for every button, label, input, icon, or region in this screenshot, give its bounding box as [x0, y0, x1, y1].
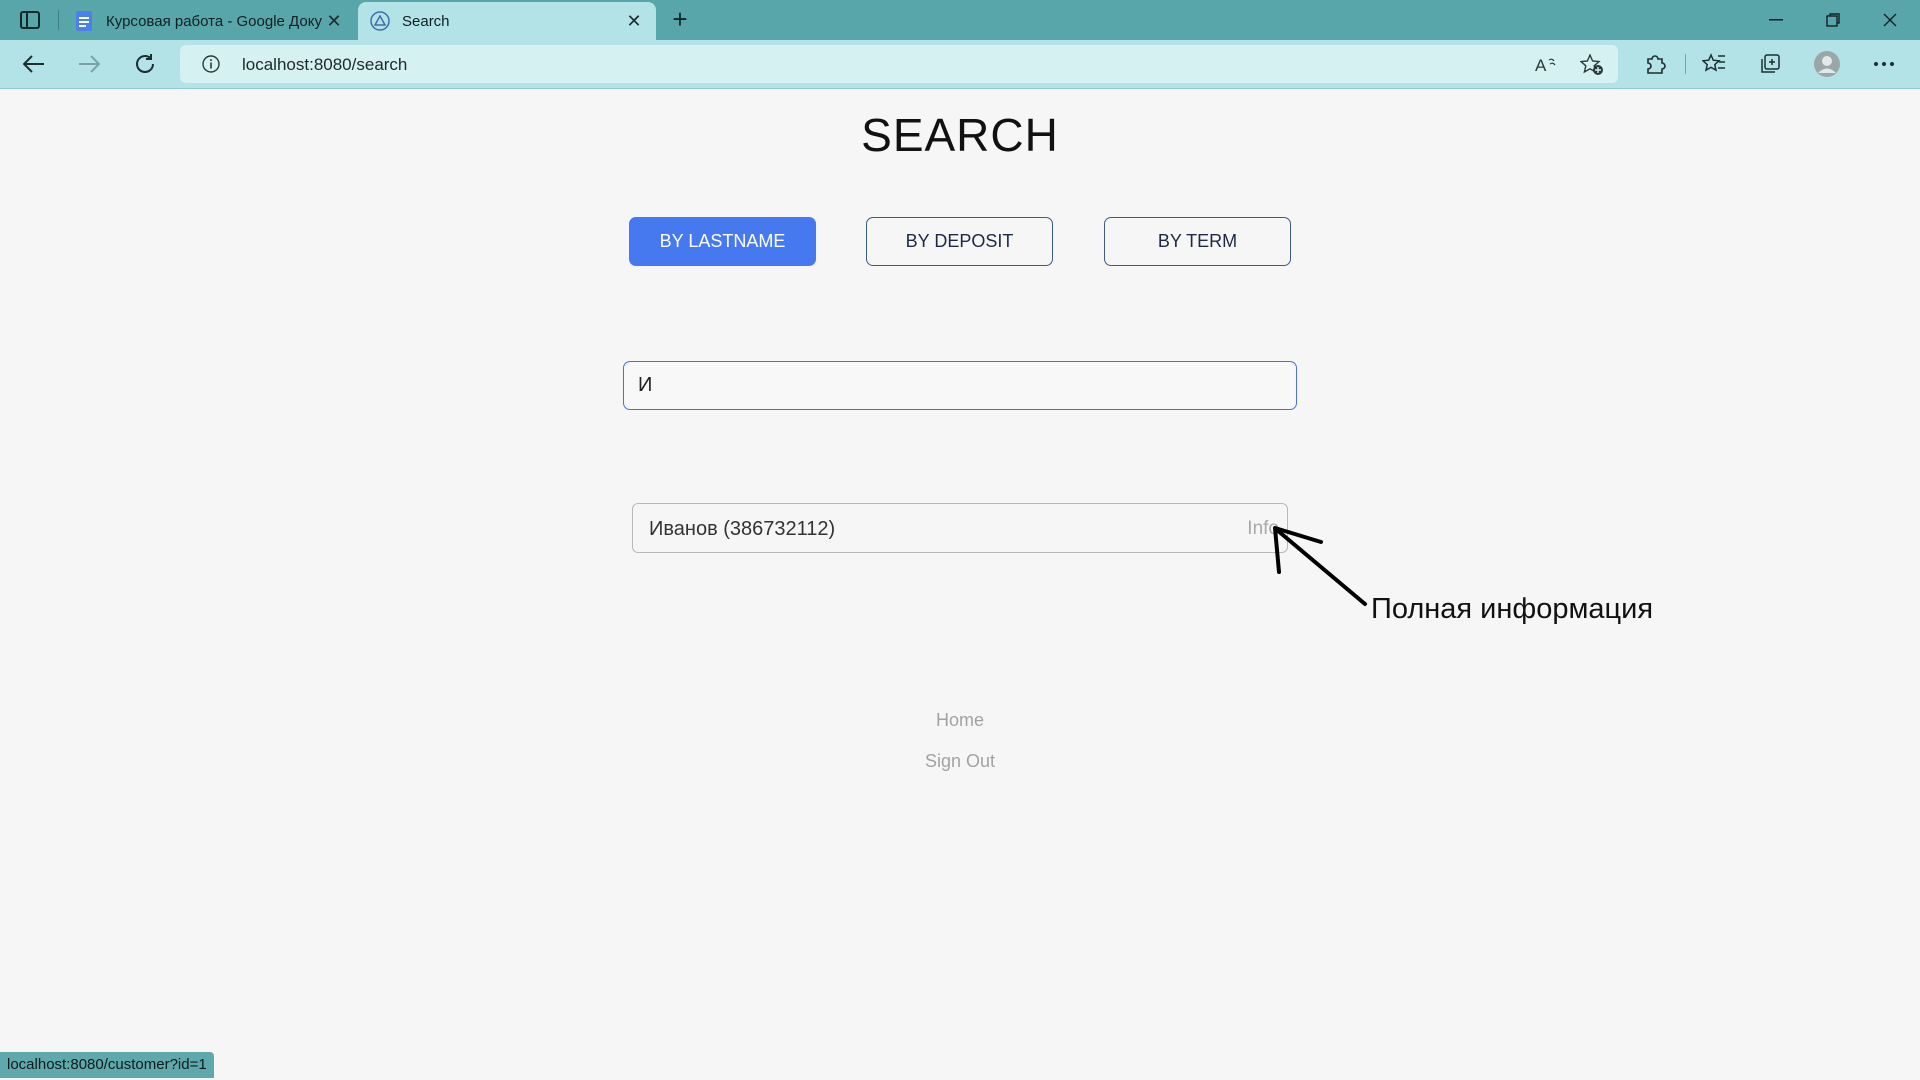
browser-toolbar: localhost:8080/search A: [0, 40, 1920, 89]
search-input[interactable]: [623, 361, 1297, 410]
info-icon[interactable]: [202, 55, 220, 73]
tab-separator: [58, 10, 59, 30]
home-link[interactable]: Home: [0, 710, 1920, 731]
tab-actions-icon[interactable]: [18, 8, 42, 32]
extensions-icon[interactable]: [1641, 50, 1669, 78]
address-bar[interactable]: localhost:8080/search A: [180, 45, 1618, 83]
back-button[interactable]: [20, 50, 48, 78]
status-bar-url: localhost:8080/customer?id=1: [0, 1052, 214, 1078]
close-icon[interactable]: ✕: [324, 11, 344, 31]
sign-out-link[interactable]: Sign Out: [0, 751, 1920, 772]
favorites-icon[interactable]: [1700, 50, 1728, 78]
tab-bar: Курсовая работа - Google Доку ✕ Search ✕…: [0, 0, 1920, 40]
tab-search[interactable]: Search ✕: [358, 2, 656, 40]
google-docs-icon: [74, 11, 94, 31]
restore-button[interactable]: [1813, 6, 1853, 34]
collections-icon[interactable]: [1756, 50, 1784, 78]
profile-avatar-icon[interactable]: [1813, 50, 1841, 78]
svg-text:A: A: [1535, 56, 1547, 74]
close-icon[interactable]: ✕: [624, 11, 644, 31]
annotation-text: Полная информация: [1371, 593, 1654, 625]
site-favicon: [370, 11, 390, 31]
by-term-button[interactable]: BY TERM: [1104, 217, 1291, 266]
page-title: SEARCH: [861, 109, 1059, 161]
annotation-arrow-icon: [1273, 526, 1367, 606]
by-lastname-button[interactable]: BY LASTNAME: [629, 217, 816, 266]
read-aloud-icon[interactable]: A: [1532, 54, 1560, 76]
forward-button[interactable]: [75, 50, 103, 78]
new-tab-button[interactable]: +: [668, 6, 692, 32]
result-row: Иванов (386732112) Info: [632, 503, 1288, 553]
url-text[interactable]: localhost:8080/search: [242, 55, 407, 75]
by-deposit-button[interactable]: BY DEPOSIT: [866, 217, 1053, 266]
more-menu-icon[interactable]: [1870, 50, 1898, 78]
minimize-button[interactable]: [1756, 6, 1796, 34]
refresh-button[interactable]: [131, 50, 159, 78]
close-window-button[interactable]: [1870, 6, 1910, 34]
result-label: Иванов (386732112): [649, 518, 836, 540]
tab-title: Search: [402, 12, 450, 30]
tab-title: Курсовая работа - Google Доку: [106, 12, 322, 30]
tab-google-docs[interactable]: Курсовая работа - Google Доку ✕: [62, 2, 356, 40]
toolbar-separator: [1685, 54, 1686, 74]
add-favorite-icon[interactable]: [1578, 54, 1606, 76]
